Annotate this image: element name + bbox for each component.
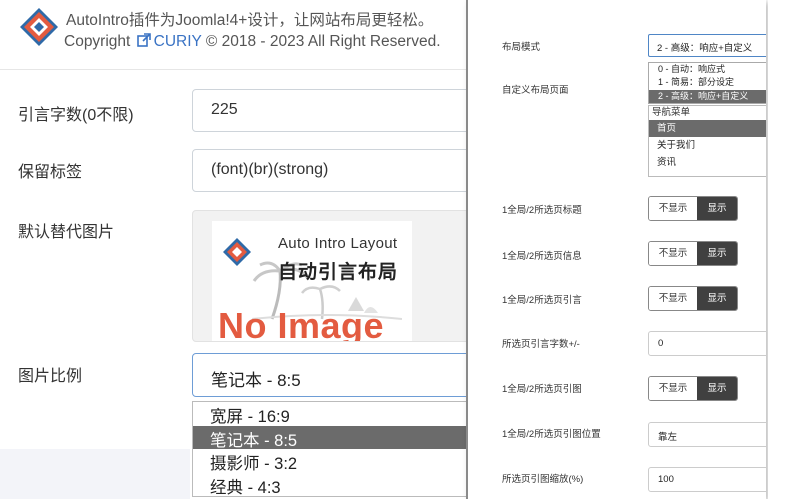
default-image-field[interactable]: Auto Intro Layout 自动引言布局 No Image	[192, 210, 470, 342]
image-position-label: 1全局/2所选页引图位置	[502, 429, 601, 440]
autointro-logo-icon	[20, 8, 58, 46]
autointro-mini-logo-icon	[223, 238, 251, 266]
image-ratio-option[interactable]: 摄影师 - 3:2	[193, 449, 470, 473]
intro-toggle-label: 1全局/2所选页引言	[502, 295, 582, 306]
custom-pages-label: 自定义布局页面	[502, 85, 569, 96]
toggle-off-option[interactable]: 不显示	[649, 287, 697, 310]
custom-page-item[interactable]: 关于我们	[649, 137, 766, 154]
layout-mode-option[interactable]: 1 - 简易：部分设定	[649, 76, 766, 89]
toggle-on-option[interactable]: 显示	[697, 197, 737, 220]
copyright-line: Copyright CURIY © 2018 - 2023 All Right …	[64, 33, 441, 51]
chars-adjust-input[interactable]: 0	[648, 331, 766, 356]
title-toggle-label: 1全局/2所选页标题	[502, 205, 582, 216]
image-position-select[interactable]: 靠左	[648, 422, 766, 447]
layout-mode-dropdown: 0 - 自动：响应式 1 - 简易：部分设定 2 - 高级：响应+自定义	[648, 62, 766, 104]
toggle-on-option[interactable]: 显示	[697, 377, 737, 400]
no-image-preview: Auto Intro Layout 自动引言布局 No Image	[212, 221, 412, 341]
no-image-cn-title: 自动引言布局	[278, 262, 399, 283]
info-display-toggle[interactable]: 不显示 显示	[648, 241, 738, 266]
default-image-label: 默认替代图片	[18, 224, 115, 241]
menu-group-header: 导航菜单	[652, 107, 691, 118]
toggle-on-option[interactable]: 显示	[697, 242, 737, 265]
image-ratio-option[interactable]: 宽屏 - 16:9	[193, 402, 470, 426]
external-link-icon	[136, 33, 151, 47]
image-ratio-select[interactable]: 笔记本 - 8:5	[192, 353, 470, 397]
intro-display-toggle[interactable]: 不显示 显示	[648, 286, 738, 311]
image-display-toggle[interactable]: 不显示 显示	[648, 376, 738, 401]
header-divider	[0, 69, 470, 70]
keep-tags-label: 保留标签	[18, 164, 83, 181]
title-display-toggle[interactable]: 不显示 显示	[648, 196, 738, 221]
plugin-description: AutoIntro插件为Joomla!4+设计，让网站布局更轻松。	[66, 12, 434, 29]
no-image-text: No Image	[218, 305, 385, 341]
copyright-suffix: © 2018 - 2023 All Right Reserved.	[205, 33, 441, 50]
chars-adjust-label: 所选页引言字数+/-	[502, 339, 580, 350]
custom-page-item-selected[interactable]: 首页	[649, 120, 766, 137]
image-ratio-label: 图片比例	[18, 368, 83, 385]
curiy-link[interactable]: CURIY	[154, 33, 202, 50]
keep-tags-input[interactable]: (font)(br)(strong)	[192, 149, 470, 192]
info-toggle-label: 1全局/2所选页信息	[502, 251, 582, 262]
image-toggle-label: 1全局/2所选页引图	[502, 384, 582, 395]
image-scale-label: 所选页引图缩放(%)	[502, 474, 584, 485]
image-ratio-dropdown: 宽屏 - 16:9 笔记本 - 8:5 摄影师 - 3:2 经典 - 4:3	[192, 401, 470, 497]
plugin-settings-panel: AutoIntro插件为Joomla!4+设计，让网站布局更轻松。 Copyri…	[0, 0, 470, 499]
layout-mode-option-selected[interactable]: 2 - 高级：响应+自定义	[649, 89, 766, 103]
image-scale-input[interactable]: 100	[648, 467, 766, 492]
toggle-off-option[interactable]: 不显示	[649, 197, 697, 220]
image-ratio-option[interactable]: 经典 - 4:3	[193, 473, 470, 497]
intro-chars-input[interactable]: 225	[192, 89, 470, 132]
copyright-prefix: Copyright	[64, 33, 131, 50]
no-image-title: Auto Intro Layout	[278, 235, 398, 252]
plugin-header: AutoIntro插件为Joomla!4+设计，让网站布局更轻松。 Copyri…	[0, 0, 470, 70]
toggle-on-option[interactable]: 显示	[697, 287, 737, 310]
left-footer-area	[0, 449, 190, 499]
custom-pages-list[interactable]: 导航菜单 首页 关于我们 资讯	[648, 105, 766, 177]
intro-chars-label: 引言字数(0不限)	[18, 107, 134, 124]
right-margin	[768, 0, 800, 499]
image-ratio-option-selected[interactable]: 笔记本 - 8:5	[193, 425, 470, 450]
layout-settings-panel: 布局模式 2 - 高级：响应+自定义 0 - 自动：响应式 1 - 简易：部分设…	[466, 0, 766, 499]
custom-page-item[interactable]: 资讯	[649, 154, 766, 171]
layout-mode-option[interactable]: 0 - 自动：响应式	[649, 63, 766, 76]
layout-mode-select[interactable]: 2 - 高级：响应+自定义	[648, 34, 766, 57]
layout-mode-label: 布局模式	[502, 42, 541, 53]
toggle-off-option[interactable]: 不显示	[649, 242, 697, 265]
toggle-off-option[interactable]: 不显示	[649, 377, 697, 400]
